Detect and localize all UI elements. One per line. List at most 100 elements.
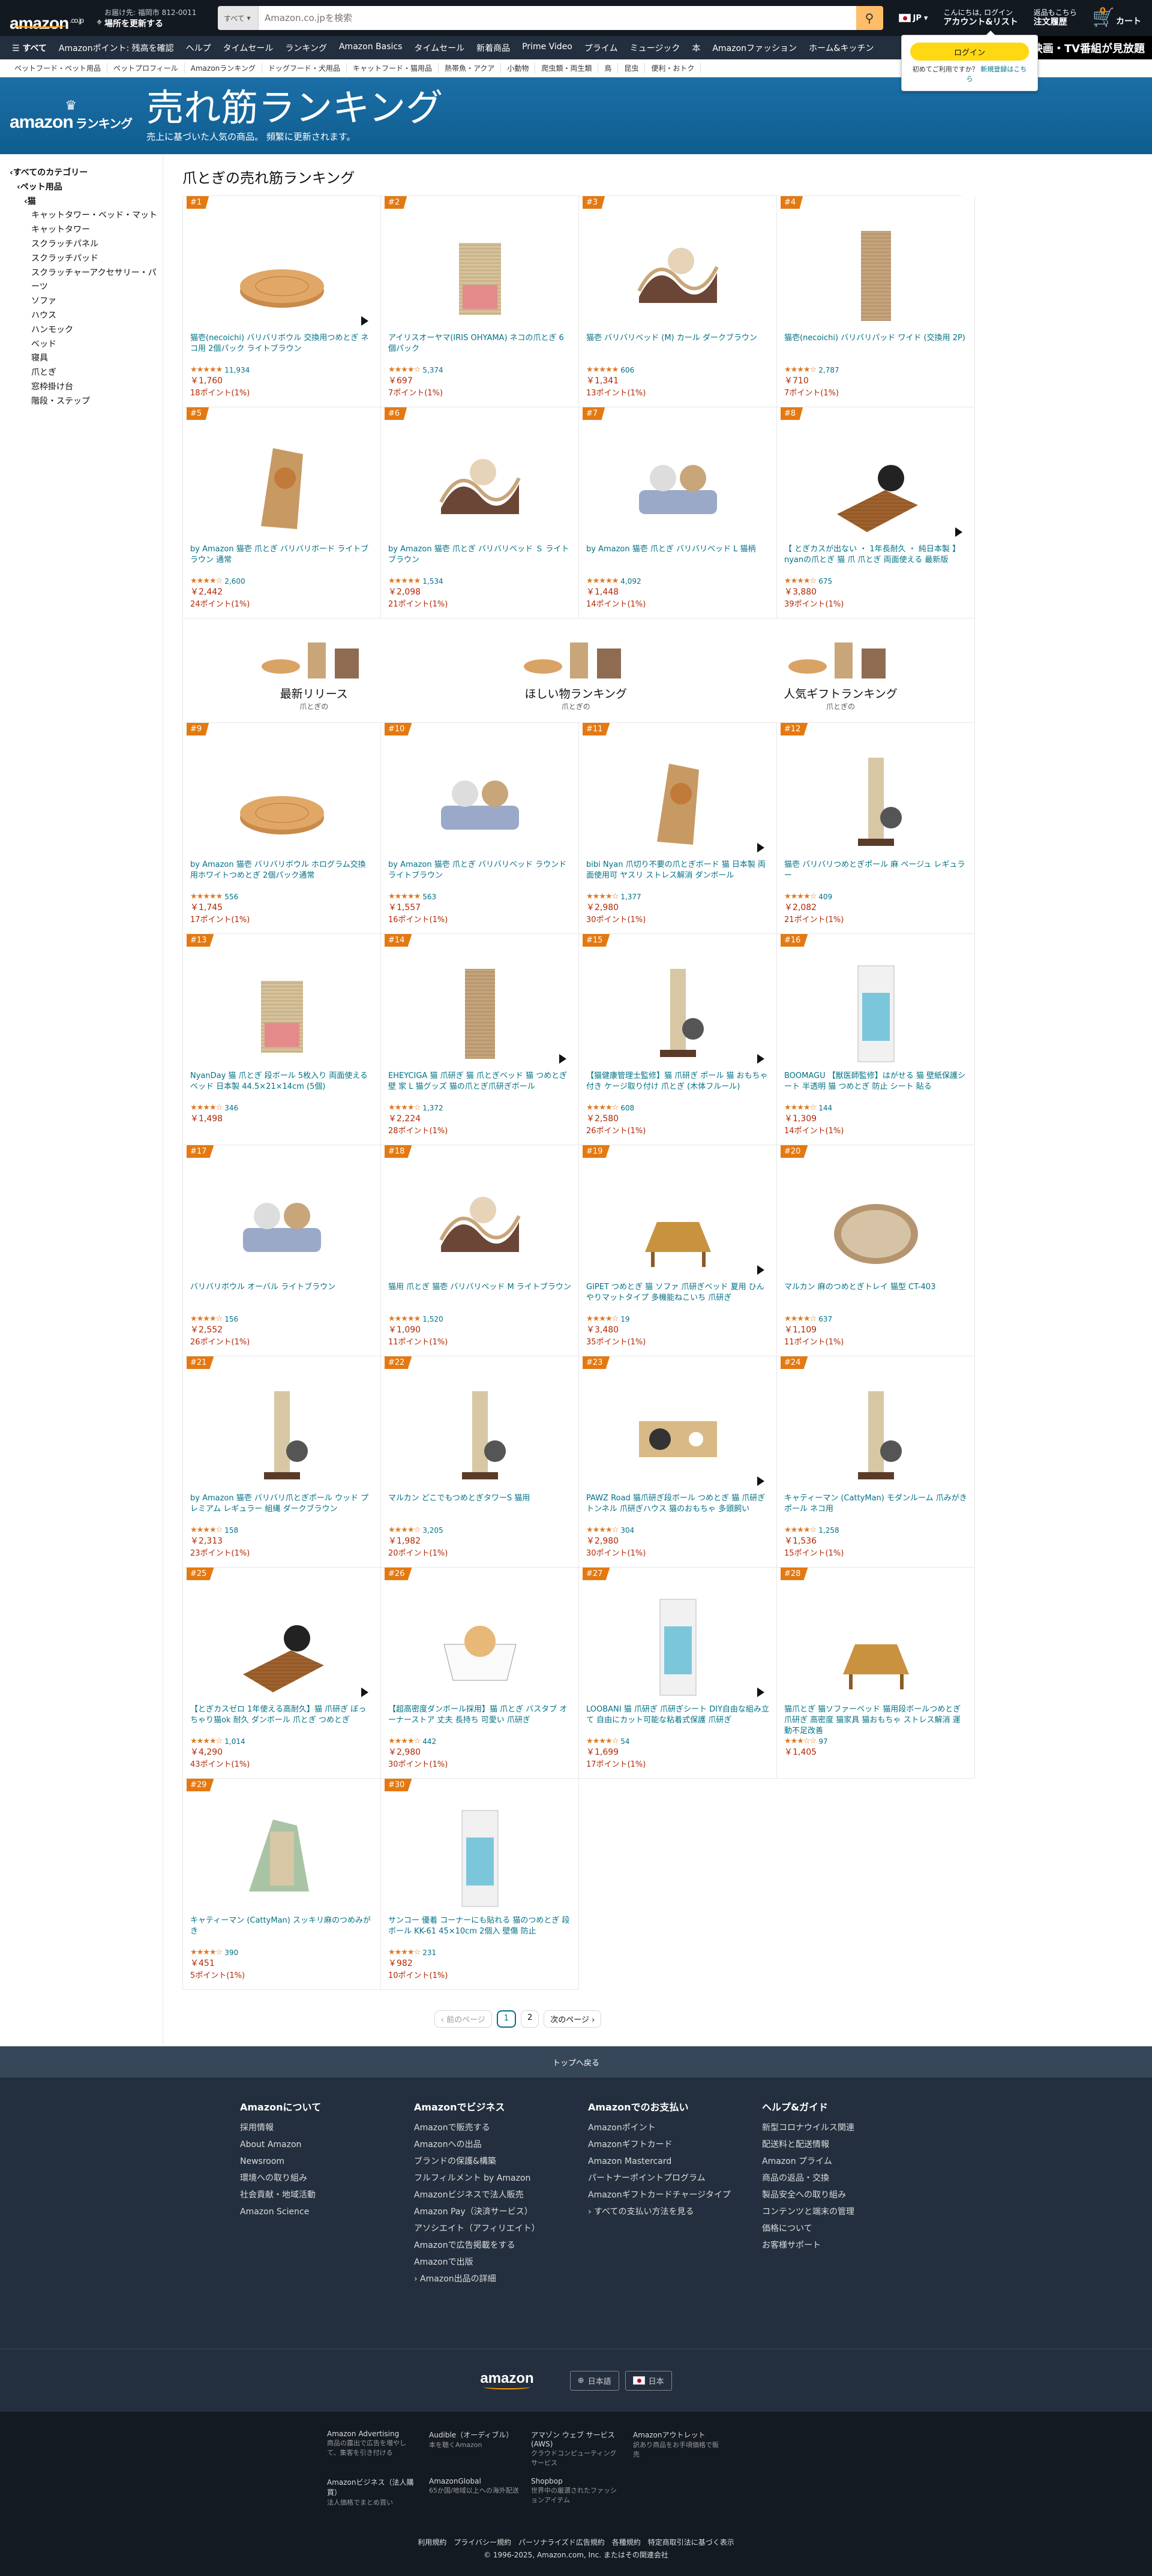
- sidebar-item[interactable]: 寝具: [10, 352, 163, 366]
- sidebar-item[interactable]: キャットタワー・ベッド・マット: [10, 209, 163, 223]
- footer-country-button[interactable]: 日本: [625, 2370, 672, 2391]
- product-image[interactable]: [586, 1379, 769, 1487]
- rating-row[interactable]: ★★★★★ 556: [190, 892, 373, 901]
- footer-link[interactable]: About Amazon: [240, 2136, 390, 2153]
- sidebar-item[interactable]: キャットタワー: [10, 223, 163, 238]
- play-video-icon[interactable]: [757, 843, 764, 852]
- product-title[interactable]: キャティーマン (CattyMan) スッキリ麻のつめみがき: [190, 1916, 373, 1948]
- rating-row[interactable]: ★★★★☆ 5,374: [388, 365, 571, 374]
- product-image[interactable]: [586, 957, 769, 1065]
- review-count[interactable]: 54: [620, 1737, 629, 1746]
- product-title[interactable]: by Amazon 猫壱 バリバリボウル ホログラム交換用ホワイトつめとぎ 2個…: [190, 860, 373, 892]
- product-image[interactable]: [190, 219, 373, 327]
- footer-link[interactable]: フルフィルメント by Amazon: [414, 2170, 564, 2187]
- product-card[interactable]: #3 猫壱 バリバリベッド (M) カール ダークブラウン ★★★★★ 606 ￥1,3…: [579, 196, 777, 407]
- review-count[interactable]: 608: [620, 1104, 634, 1112]
- product-title[interactable]: by Amazon 猫壱 爪とぎ バリバリベッド L 猫柄: [586, 544, 769, 577]
- rating-row[interactable]: ★★★★★ 11,934: [190, 365, 373, 374]
- rating-row[interactable]: ★★★★★ 606: [586, 365, 769, 374]
- search-input[interactable]: [258, 6, 856, 30]
- sidebar-item[interactable]: ‹猫: [10, 195, 163, 209]
- sidebar-item[interactable]: スクラッチパッド: [10, 252, 163, 266]
- product-card[interactable]: #6 by Amazon 猫壱 爪とぎ バリバリベッド Ｓ ライトブラウン ★★★★…: [381, 407, 579, 619]
- service-link[interactable]: Shopbop 世界中の厳選されたファッションアイテム: [531, 2477, 621, 2507]
- nav-item[interactable]: Amazon Basics: [333, 42, 408, 54]
- prime-video-promo[interactable]: 映画・TV番組が見放題: [1024, 36, 1152, 59]
- nav-item[interactable]: Prime Video: [516, 42, 578, 54]
- nav-item[interactable]: Amazonポイント: 残高を確認: [53, 42, 180, 54]
- product-image[interactable]: [586, 1590, 769, 1698]
- review-count[interactable]: 3,205: [422, 1526, 443, 1535]
- product-card[interactable]: #1 猫壱(necoichi) バリバリボウル 交換用つめとぎ ネコ用 2個パック…: [183, 196, 381, 407]
- product-title[interactable]: NyanDay 猫 爪とぎ 段ボール 5枚入り 両面使える ベッド 日本製 44…: [190, 1071, 373, 1103]
- subnav-item[interactable]: 熱帯魚・アクア: [439, 63, 502, 73]
- product-image[interactable]: [586, 746, 769, 854]
- play-video-icon[interactable]: [361, 316, 368, 326]
- sidebar-item[interactable]: ハウス: [10, 309, 163, 323]
- legal-link[interactable]: パーソナライズド広告規約: [518, 2538, 605, 2547]
- footer-link[interactable]: お客様サポート: [762, 2237, 912, 2254]
- rating-row[interactable]: ★★★★★ 563: [388, 892, 571, 901]
- product-image[interactable]: [784, 430, 967, 538]
- subnav-item[interactable]: 便利・おトク: [645, 63, 701, 73]
- product-card[interactable]: #28 猫爪とぎ 猫ソファーベッド 猫用段ボールつめとぎ 爪研ぎ 高密度 猫家具 …: [777, 1568, 975, 1779]
- review-count[interactable]: 4,092: [620, 577, 641, 586]
- product-card[interactable]: #22 マルカン どこでもつめとぎタワーS 猫用 ★★★★☆ 3,205 ￥1,982 2…: [381, 1356, 579, 1568]
- subnav-item[interactable]: 爬虫類・両生類: [535, 63, 599, 73]
- product-card[interactable]: #20 マルカン 麻のつめとぎトレイ 猫型 CT-403 ★★★★☆ 637 ￥1,10…: [777, 1145, 975, 1356]
- sidebar-item[interactable]: スクラッチパネル: [10, 238, 163, 252]
- play-video-icon[interactable]: [955, 527, 962, 537]
- rating-row[interactable]: ★★★★☆ 346: [190, 1103, 373, 1112]
- product-card[interactable]: #21 by Amazon 猫壱 バリバリ爪とぎポール ウッド プレミアム レギュ…: [183, 1356, 381, 1568]
- back-to-top[interactable]: トップへ戻る: [0, 2046, 1152, 2077]
- recommendation-title[interactable]: ほしい物ランキング: [525, 685, 627, 701]
- rating-row[interactable]: ★★★★☆ 156: [190, 1314, 373, 1323]
- product-card[interactable]: #5 by Amazon 猫壱 爪とぎ バリバリボード ライトブラウン 通常 ★★★…: [183, 407, 381, 619]
- review-count[interactable]: 1,258: [818, 1526, 839, 1535]
- footer-link[interactable]: Amazonギフトカードチャージタイプ: [588, 2187, 738, 2203]
- page-1-button[interactable]: 1: [496, 2010, 516, 2028]
- subnav-item[interactable]: ドッグフード・犬用品: [262, 63, 347, 73]
- footer-link[interactable]: › Amazon出品の詳細: [414, 2271, 564, 2287]
- rating-row[interactable]: ★★★★☆ 2,787: [784, 365, 967, 374]
- product-image[interactable]: [388, 1590, 571, 1698]
- rating-row[interactable]: ★★★★☆ 144: [784, 1103, 967, 1112]
- product-title[interactable]: by Amazon 猫壱 爪とぎ バリバリベッド Ｓ ライトブラウン: [388, 544, 571, 577]
- review-count[interactable]: 563: [422, 893, 436, 901]
- footer-link[interactable]: 新型コロナウイルス関連: [762, 2119, 912, 2136]
- product-card[interactable]: #25 【とぎカスゼロ 1年使える高耐久】猫 爪研ぎ ぼっちゃり猫ok 耐久 ダン…: [183, 1568, 381, 1779]
- product-image[interactable]: [784, 1590, 967, 1698]
- sidebar-item[interactable]: ソファ: [10, 295, 163, 309]
- product-image[interactable]: [388, 1168, 571, 1276]
- subnav-item[interactable]: ペットプロフィール: [107, 63, 185, 73]
- product-image[interactable]: [388, 1802, 571, 1910]
- search-button[interactable]: ⚲: [856, 6, 883, 30]
- product-image[interactable]: [190, 1168, 373, 1276]
- product-image[interactable]: [388, 430, 571, 538]
- product-title[interactable]: GIPET つめとぎ 猫 ソファ 爪研ぎベッド 夏用 ひんやりマットタイプ 多機…: [586, 1282, 769, 1314]
- legal-link[interactable]: プライバシー規約: [454, 2538, 511, 2547]
- rating-row[interactable]: ★★★★☆ 158: [190, 1526, 373, 1535]
- delivery-location[interactable]: ⌖ お届け先: 福岡市 812-0011 場所を更新する: [93, 7, 207, 29]
- next-page-button[interactable]: 次のページ ›: [544, 2010, 602, 2028]
- rating-row[interactable]: ★★★★☆ 1,377: [586, 892, 769, 901]
- prev-page-button[interactable]: ‹ 前のページ: [434, 2010, 492, 2028]
- sidebar-item[interactable]: ‹すべてのカテゴリー: [10, 166, 163, 181]
- review-count[interactable]: 97: [818, 1737, 827, 1746]
- subnav-item[interactable]: Amazonランキング: [185, 63, 262, 73]
- sidebar-item[interactable]: ハンモック: [10, 323, 163, 338]
- product-title[interactable]: 猫壱(necoichi) バリバリパッド ワイド (交換用 2P): [784, 333, 967, 365]
- product-card[interactable]: #26 【超高密度ダンボール採用】猫 爪とぎ バスタブ オーナーストア 丈夫 長持…: [381, 1568, 579, 1779]
- product-title[interactable]: 猫壱 バリバリベッド (M) カール ダークブラウン: [586, 333, 769, 365]
- nav-item[interactable]: 新着商品: [470, 42, 516, 54]
- sidebar-item[interactable]: 階段・ステップ: [10, 395, 163, 409]
- product-image[interactable]: [784, 219, 967, 327]
- footer-link[interactable]: Amazon Pay（決済サービス）: [414, 2203, 564, 2220]
- review-count[interactable]: 144: [818, 1104, 832, 1112]
- product-title[interactable]: by Amazon 猫壱 爪とぎ バリバリボード ライトブラウン 通常: [190, 544, 373, 577]
- rating-row[interactable]: ★★★★☆ 1,014: [190, 1737, 373, 1746]
- product-title[interactable]: PAWZ Road 猫爪研ぎ段ボール つめとぎ 猫 爪研ぎ トンネル 爪研ぎハウ…: [586, 1493, 769, 1526]
- language-selector[interactable]: JP ▾: [894, 14, 933, 23]
- product-title[interactable]: 猫壱 バリバリつめとぎポール 麻 ベージュ レギュラー: [784, 860, 967, 892]
- nav-item[interactable]: タイムセール: [408, 42, 470, 54]
